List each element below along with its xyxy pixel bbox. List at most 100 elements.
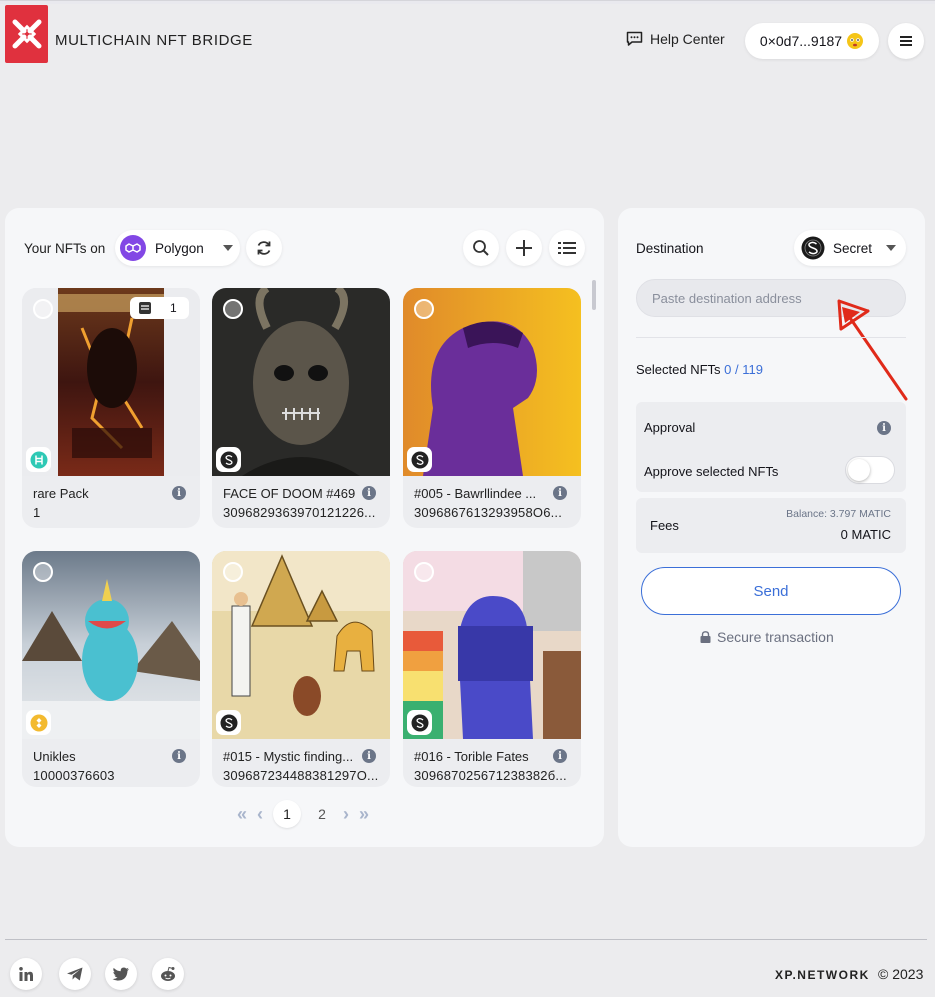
chevron-down-icon [222,245,233,251]
secret-icon [801,236,825,260]
approve-toggle[interactable] [845,456,895,484]
wallet-button[interactable]: 0×0d7...9187 [745,23,879,59]
select-checkbox[interactable] [33,562,53,582]
destination-panel: Destination Secret Selected NFTs 0 / 119… [618,208,925,847]
selected-nfts-label: Selected NFTs 0 / 119 [636,362,763,377]
nft-name: #005 - Bawrllindee ... [414,486,537,501]
toggle-knob [848,459,870,481]
nft-card[interactable]: #016 - Torible Fates i 30968702567123838… [403,551,581,787]
destination-chain-name: Secret [833,240,873,256]
telegram-button[interactable] [59,958,91,990]
scrollbar[interactable] [592,280,596,310]
edition-count-badge: 1 [130,297,189,319]
lock-icon [700,631,711,643]
select-checkbox[interactable] [223,562,243,582]
search-icon [473,240,489,256]
nft-name: rare Pack [33,486,89,501]
info-icon[interactable]: i [362,486,376,500]
polygon-icon [120,235,146,261]
help-center-link[interactable]: Help Center [626,31,725,47]
nft-name: FACE OF DOOM #469 [223,486,356,501]
list-icon [558,242,576,254]
telegram-icon [67,967,83,981]
destination-label: Destination [636,241,704,256]
source-chain-name: Polygon [155,240,204,256]
plus-icon [516,240,532,256]
secure-transaction-label: Secure transaction [717,629,834,645]
menu-button[interactable] [888,23,924,59]
secret-icon [407,447,432,472]
pagination: « ‹ 1 2 › » [237,800,369,828]
nft-id: 309687234488381297O... [223,768,379,783]
select-checkbox[interactable] [414,299,434,319]
twitter-button[interactable] [105,958,137,990]
xp-logo-icon [12,19,41,49]
info-icon[interactable]: i [553,749,567,763]
nft-card[interactable]: FACE OF DOOM #469 i 3096829363970121226.… [212,288,390,528]
search-button[interactable] [463,230,499,266]
refresh-icon [257,241,271,255]
nft-list-panel: Your NFTs on Polygon 1 rare Pack i 1 FAC… [5,208,604,847]
nft-card[interactable]: #015 - Mystic finding... i 3096872344883… [212,551,390,787]
send-button[interactable]: Send [641,567,901,615]
last-page-icon[interactable]: » [359,804,369,825]
destination-chain-select[interactable]: Secret [794,230,906,266]
nft-card[interactable]: #005 - Bawrllindee ... i 309686761329395… [403,288,581,528]
divider [636,337,906,338]
twitter-icon [112,967,129,981]
secret-icon [216,710,241,735]
fees-section: Fees Balance: 3.797 MATIC 0 MATIC [636,498,906,553]
nft-name: #015 - Mystic finding... [223,749,354,764]
source-chain-select[interactable]: Polygon [115,230,240,266]
nft-id: 10000376603 [33,768,115,783]
bnb-icon [26,710,51,735]
secret-icon [216,447,241,472]
selected-nfts-count: 0 / 119 [724,362,763,377]
approval-title: Approval [644,420,696,435]
select-checkbox[interactable] [414,562,434,582]
approve-label: Approve selected NFTs [644,464,779,479]
nft-name: #016 - Torible Fates [414,749,529,764]
list-view-button[interactable] [549,230,585,266]
nft-card[interactable]: 1 rare Pack i 1 [22,288,200,528]
nft-id: 3096829363970121226... [223,505,376,520]
nft-card[interactable]: Unikles i 10000376603 [22,551,200,787]
refresh-button[interactable] [246,230,282,266]
nft-id: 309687025671238382б... [414,768,567,783]
nft-id: 1 [33,505,41,520]
help-center-label: Help Center [650,31,725,47]
copyright: © 2023 [878,966,924,982]
fees-label: Fees [650,518,679,533]
page-1-button[interactable]: 1 [273,800,302,828]
top-border [0,0,935,4]
add-nft-button[interactable] [506,230,542,266]
layers-icon [139,302,151,314]
next-page-icon[interactable]: › [343,804,349,825]
info-icon[interactable]: i [877,421,891,435]
nfts-on-label: Your NFTs on [24,241,106,256]
logo[interactable] [5,5,48,63]
info-icon[interactable]: i [172,749,186,763]
chat-icon [626,31,643,46]
reddit-button[interactable] [152,958,184,990]
info-icon[interactable]: i [553,486,567,500]
approval-section: Approval i Approve selected NFTs [636,402,906,492]
hamburger-icon [900,36,912,46]
linkedin-button[interactable] [10,958,42,990]
first-page-icon[interactable]: « [237,804,247,825]
info-icon[interactable]: i [362,749,376,763]
select-checkbox[interactable] [33,299,53,319]
prev-page-icon[interactable]: ‹ [257,804,263,825]
brand-title: MULTICHAIN NFT BRIDGE [55,32,253,49]
footer-divider [5,939,927,940]
reddit-icon [161,966,175,981]
info-icon[interactable]: i [172,486,186,500]
wallet-avatar-icon [847,33,864,49]
secure-transaction-note: Secure transaction [700,629,834,645]
chevron-down-icon [886,245,897,251]
page-2-button[interactable]: 2 [311,806,333,822]
select-checkbox[interactable] [223,299,243,319]
wallet-address: 0×0d7...9187 [759,33,843,49]
nft-name: Unikles [33,749,76,764]
edition-count: 1 [170,301,177,315]
